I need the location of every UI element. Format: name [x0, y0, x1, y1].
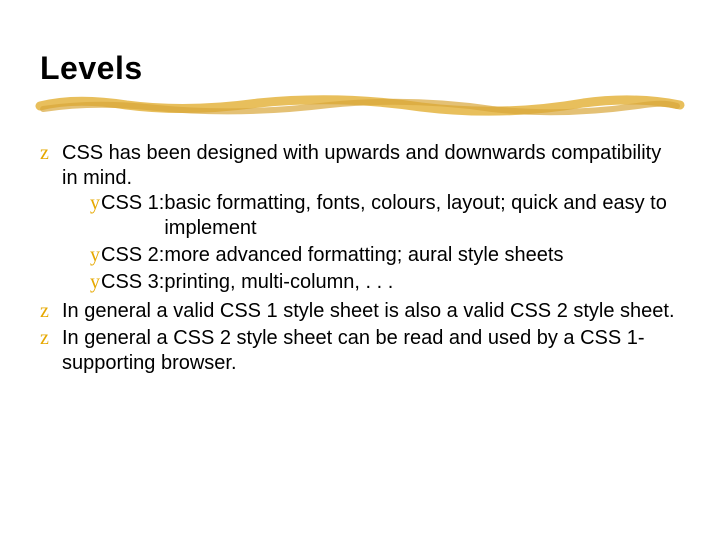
slide-content: z CSS has been designed with upwards and…: [40, 141, 680, 376]
sub-bullet-marker-icon: y: [90, 243, 100, 268]
bullet-marker-icon: z: [40, 326, 62, 376]
bullet-text: CSS has been designed with upwards and d…: [62, 141, 680, 297]
sub-bullet-item: yCSS 3: printing, multi-column, . . .: [90, 270, 680, 295]
title-underline: [35, 91, 685, 121]
bullet-text-span: CSS has been designed with upwards and d…: [62, 142, 661, 189]
sub-bullet-text: basic formatting, fonts, colours, layout…: [164, 191, 680, 241]
sub-bullet-label: CSS 3:: [101, 270, 164, 295]
bullet-item: z In general a CSS 2 style sheet can be …: [40, 326, 680, 376]
bullet-item: z In general a valid CSS 1 style sheet i…: [40, 299, 680, 324]
sub-bullet-marker-icon: y: [90, 191, 100, 241]
bullet-text: In general a valid CSS 1 style sheet is …: [62, 299, 680, 324]
slide-title: Levels: [40, 50, 680, 87]
sub-bullet-marker-icon: y: [90, 270, 100, 295]
sub-bullet-text: printing, multi-column, . . .: [164, 270, 680, 295]
sub-list: yCSS 1: basic formatting, fonts, colours…: [90, 191, 680, 295]
sub-bullet-item: yCSS 1: basic formatting, fonts, colours…: [90, 191, 680, 241]
bullet-text: In general a CSS 2 style sheet can be re…: [62, 326, 680, 376]
bullet-marker-icon: z: [40, 141, 62, 297]
sub-bullet-text: more advanced formatting; aural style sh…: [164, 243, 680, 268]
sub-bullet-item: yCSS 2: more advanced formatting; aural …: [90, 243, 680, 268]
sub-bullet-label: CSS 1:: [101, 191, 164, 241]
slide: Levels z CSS has been designed with upwa…: [0, 0, 720, 418]
bullet-item: z CSS has been designed with upwards and…: [40, 141, 680, 297]
bullet-marker-icon: z: [40, 299, 62, 324]
sub-bullet-label: CSS 2:: [101, 243, 164, 268]
